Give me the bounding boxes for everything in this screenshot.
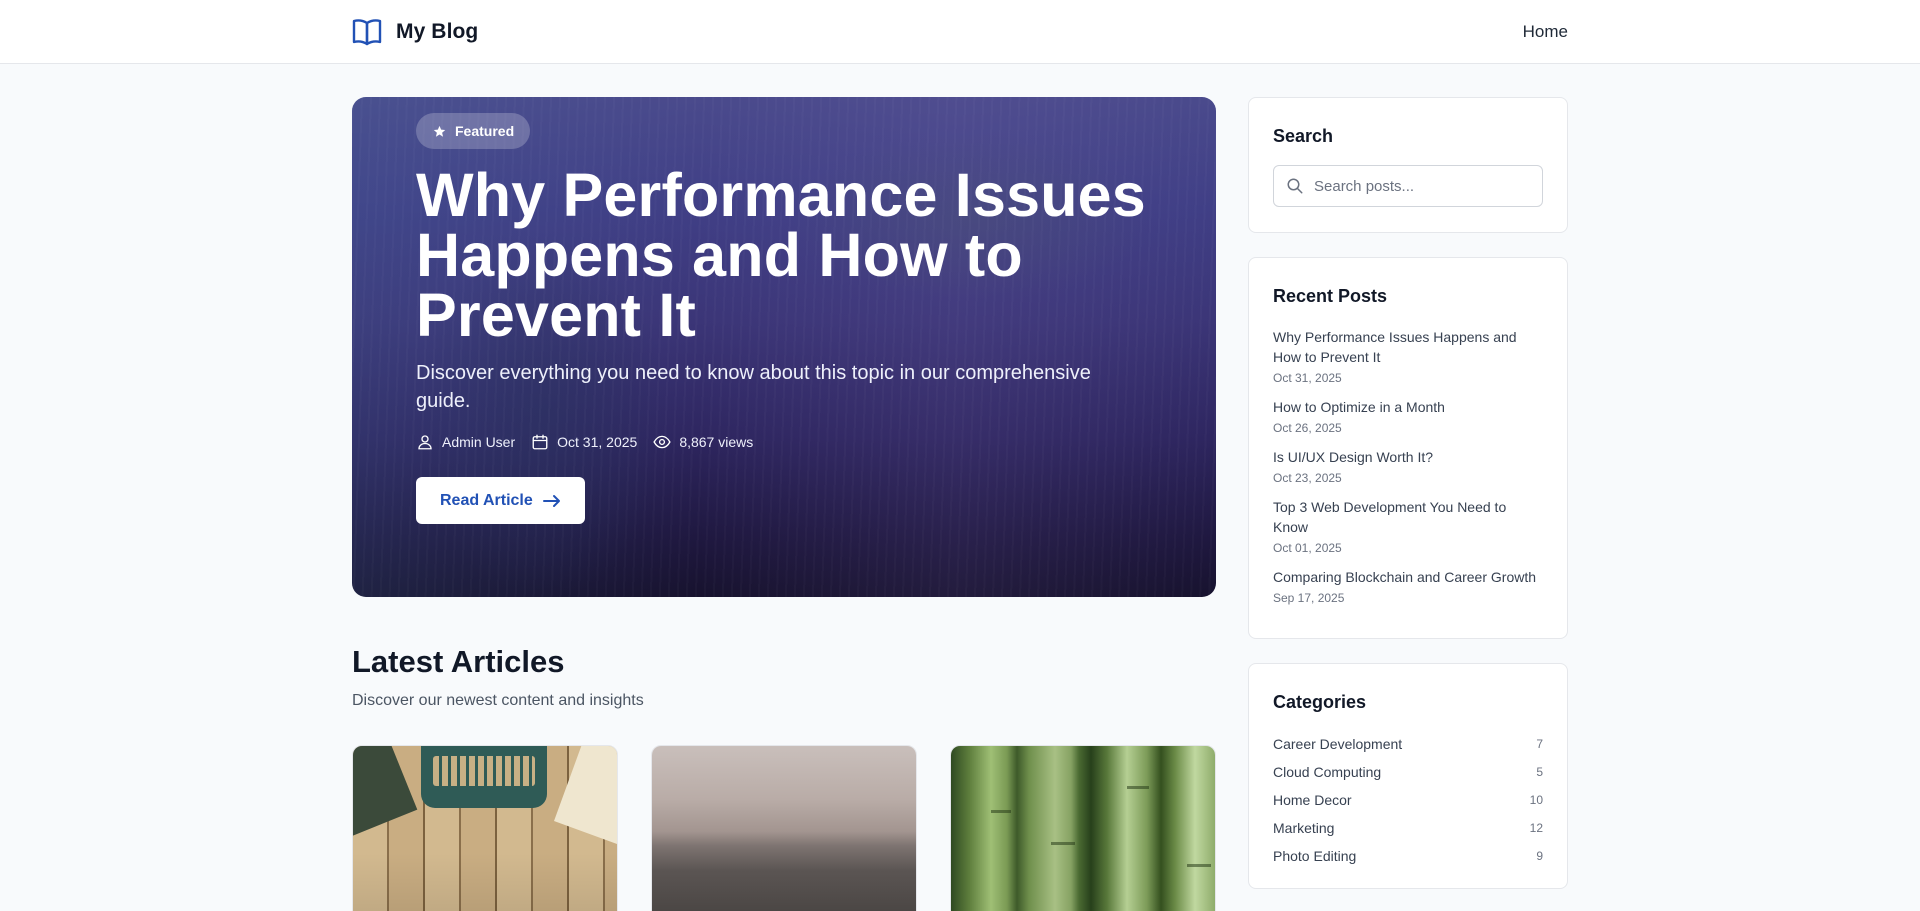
- hero-meta: Admin User Oct 31, 2025 8,867 views: [416, 431, 1176, 453]
- recent-post-date: Oct 26, 2025: [1273, 421, 1342, 435]
- article-card[interactable]: [352, 745, 618, 911]
- category-count: 5: [1536, 765, 1543, 779]
- featured-hero: Featured Why Performance Issues Happens …: [352, 97, 1216, 597]
- recent-posts-list: Why Performance Issues Happens and How t…: [1273, 327, 1543, 606]
- meta-author-name: Admin User: [442, 434, 516, 450]
- search-input[interactable]: [1314, 166, 1536, 206]
- category-name: Career Development: [1273, 736, 1403, 752]
- typewriter-shape: [421, 746, 547, 808]
- arrow-right-icon: [542, 494, 560, 507]
- recent-post-item[interactable]: Comparing Blockchain and Career Growth S…: [1273, 567, 1543, 606]
- search-widget: Search: [1248, 97, 1568, 233]
- recent-post-date: Oct 23, 2025: [1273, 471, 1342, 485]
- category-item[interactable]: Marketing 12: [1273, 814, 1543, 842]
- article-card[interactable]: [950, 745, 1216, 911]
- categories-widget: Categories Career Development 7 Cloud Co…: [1248, 663, 1568, 889]
- recent-post-title: Comparing Blockchain and Career Growth: [1273, 569, 1537, 585]
- search-box: [1273, 165, 1543, 207]
- meta-author: Admin User: [416, 433, 515, 451]
- paper-shape: [554, 746, 617, 845]
- recent-post-title: Is UI/UX Design Worth It?: [1273, 449, 1434, 465]
- notebook-shape: [353, 746, 418, 836]
- latest-articles-title: Latest Articles: [352, 644, 565, 679]
- recent-post-title: Why Performance Issues Happens and How t…: [1273, 329, 1517, 365]
- bamboo-node: [991, 810, 1011, 813]
- category-item[interactable]: Home Decor 10: [1273, 786, 1543, 814]
- article-card-image: [652, 746, 916, 911]
- recent-post-date: Sep 17, 2025: [1273, 591, 1345, 605]
- read-article-button[interactable]: Read Article: [416, 477, 585, 524]
- search-widget-title: Search: [1273, 126, 1334, 146]
- nav-home-link[interactable]: Home: [1523, 22, 1568, 42]
- recent-post-title: Top 3 Web Development You Need to Know: [1273, 499, 1507, 535]
- categories-list: Career Development 7 Cloud Computing 5 H…: [1273, 730, 1543, 870]
- category-item[interactable]: Photo Editing 9: [1273, 842, 1543, 870]
- recent-post-date: Oct 01, 2025: [1273, 541, 1342, 555]
- recent-post-item[interactable]: Why Performance Issues Happens and How t…: [1273, 327, 1543, 386]
- categories-title: Categories: [1273, 692, 1367, 712]
- star-icon: [433, 125, 446, 137]
- hero-content: Featured Why Performance Issues Happens …: [416, 113, 1176, 524]
- featured-badge-label: Featured: [455, 123, 515, 139]
- bamboo-node: [1051, 842, 1075, 845]
- category-name: Home Decor: [1273, 792, 1352, 808]
- user-icon: [418, 435, 432, 450]
- category-count: 9: [1536, 849, 1543, 863]
- meta-views-text: 8,867 views: [679, 434, 754, 450]
- recent-posts-widget: Recent Posts Why Performance Issues Happ…: [1248, 257, 1568, 639]
- meta-views: 8,867 views: [653, 433, 753, 451]
- category-name: Cloud Computing: [1273, 764, 1382, 780]
- recent-post-item[interactable]: How to Optimize in a Month Oct 26, 2025: [1273, 397, 1543, 436]
- featured-badge: Featured: [416, 113, 531, 149]
- meta-date-text: Oct 31, 2025: [557, 434, 638, 450]
- search-icon: [1287, 178, 1303, 194]
- recent-post-item[interactable]: Is UI/UX Design Worth It? Oct 23, 2025: [1273, 447, 1543, 486]
- bamboo-node: [1187, 864, 1211, 867]
- calendar-icon: [532, 434, 548, 450]
- hero-subtitle: Discover everything you need to know abo…: [416, 362, 1091, 412]
- recent-post-item[interactable]: Top 3 Web Development You Need to Know O…: [1273, 497, 1543, 556]
- read-article-label: Read Article: [440, 491, 533, 509]
- hero-title: Why Performance Issues Happens and How t…: [416, 161, 1146, 349]
- article-card-image: [353, 746, 617, 911]
- category-item[interactable]: Career Development 7: [1273, 730, 1543, 758]
- recent-post-date: Oct 31, 2025: [1273, 371, 1342, 385]
- recent-posts-title: Recent Posts: [1273, 286, 1388, 306]
- top-header: My Blog Home: [0, 0, 1920, 64]
- category-count: 7: [1536, 737, 1543, 751]
- bamboo-node: [1127, 786, 1149, 789]
- recent-post-title: How to Optimize in a Month: [1273, 399, 1445, 415]
- article-card-image: [951, 746, 1215, 911]
- article-card[interactable]: [651, 745, 917, 911]
- category-name: Photo Editing: [1273, 848, 1357, 864]
- meta-date: Oct 31, 2025: [531, 433, 637, 451]
- brand-name: My Blog: [396, 20, 479, 43]
- category-count: 12: [1529, 821, 1543, 835]
- category-name: Marketing: [1273, 820, 1335, 836]
- category-item[interactable]: Cloud Computing 5: [1273, 758, 1543, 786]
- eye-icon: [653, 435, 671, 449]
- book-open-icon: [352, 19, 382, 46]
- category-count: 10: [1529, 793, 1543, 807]
- brand-logo-link[interactable]: My Blog: [352, 18, 478, 46]
- latest-articles-subtitle: Discover our newest content and insights: [352, 692, 644, 709]
